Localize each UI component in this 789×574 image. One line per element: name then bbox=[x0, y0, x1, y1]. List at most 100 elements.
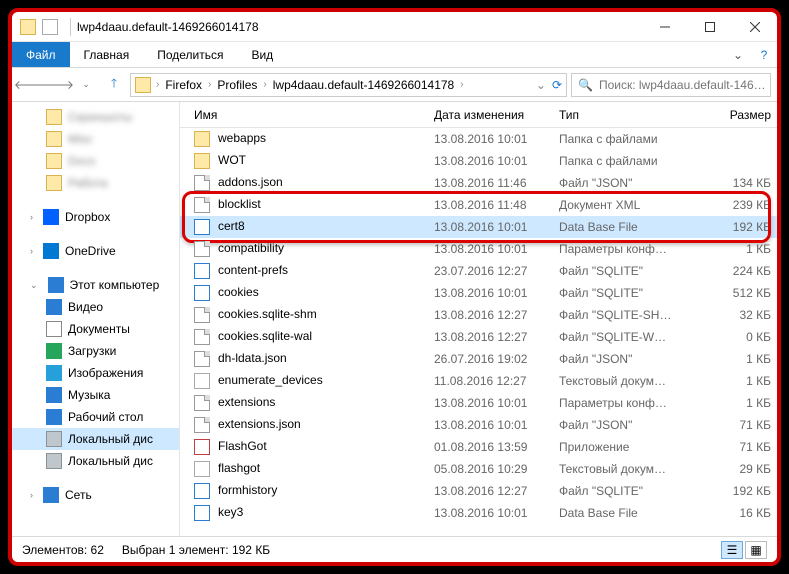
disk-icon bbox=[46, 453, 62, 469]
sidebar-item[interactable]: Misc bbox=[12, 128, 179, 150]
chevron-right-icon[interactable]: › bbox=[207, 79, 212, 90]
file-name: WOT bbox=[218, 153, 246, 167]
sidebar-item-local-disk[interactable]: Локальный дис bbox=[12, 450, 179, 472]
dropbox-icon bbox=[43, 209, 59, 225]
file-name: cookies bbox=[218, 285, 259, 299]
sidebar-item-documents[interactable]: Документы bbox=[12, 318, 179, 340]
chevron-down-icon[interactable]: ⌄ bbox=[30, 280, 38, 291]
file-row[interactable]: enumerate_devices11.08.2016 12:27Текстов… bbox=[180, 370, 777, 392]
column-header-size[interactable]: Размер bbox=[693, 108, 777, 122]
chevron-right-icon[interactable]: › bbox=[30, 490, 33, 500]
file-row[interactable]: blocklist13.08.2016 11:48Документ XML239… bbox=[180, 194, 777, 216]
file-name: dh-ldata.json bbox=[218, 351, 287, 365]
file-row[interactable]: flashgot05.08.2016 10:29Текстовый докум…… bbox=[180, 458, 777, 480]
file-date: 13.08.2016 12:27 bbox=[428, 330, 553, 344]
maximize-button[interactable] bbox=[687, 12, 732, 41]
breadcrumb-item[interactable]: Firefox bbox=[162, 78, 205, 92]
download-icon bbox=[46, 343, 62, 359]
sidebar-item-downloads[interactable]: Загрузки bbox=[12, 340, 179, 362]
file-date: 13.08.2016 12:27 bbox=[428, 308, 553, 322]
file-row[interactable]: cookies.sqlite-shm13.08.2016 12:27Файл "… bbox=[180, 304, 777, 326]
file-row[interactable]: formhistory13.08.2016 12:27Файл "SQLITE"… bbox=[180, 480, 777, 502]
ribbon-expand-icon[interactable]: ⌄ bbox=[725, 42, 751, 67]
file-list[interactable]: webapps13.08.2016 10:01Папка с файламиWO… bbox=[180, 128, 777, 536]
file-row[interactable]: extensions.json13.08.2016 10:01Файл "JSO… bbox=[180, 414, 777, 436]
help-icon[interactable]: ? bbox=[751, 42, 777, 67]
file-row[interactable]: cookies.sqlite-wal13.08.2016 12:27Файл "… bbox=[180, 326, 777, 348]
view-details-button[interactable]: ☰ bbox=[721, 541, 743, 559]
navigation-sidebar: Скриншоты Misc Docs Работа ›Dropbox ›One… bbox=[12, 102, 180, 536]
chevron-right-icon[interactable]: › bbox=[262, 79, 267, 90]
file-icon bbox=[194, 505, 210, 521]
sidebar-item[interactable]: Docs bbox=[12, 150, 179, 172]
status-item-count: Элементов: 62 bbox=[22, 543, 104, 557]
file-type: Data Base File bbox=[553, 220, 693, 234]
sidebar-item-this-pc[interactable]: ⌄Этот компьютер bbox=[12, 274, 179, 296]
column-header-date[interactable]: Дата изменения bbox=[428, 108, 553, 122]
breadcrumb-item[interactable]: lwp4daau.default-1469266014178 bbox=[270, 78, 458, 92]
sidebar-item-local-disk[interactable]: Локальный дис bbox=[12, 428, 179, 450]
tab-share[interactable]: Поделиться bbox=[143, 42, 237, 67]
sidebar-item[interactable]: Работа bbox=[12, 172, 179, 194]
file-size: 0 КБ bbox=[693, 330, 777, 344]
sidebar-item-onedrive[interactable]: ›OneDrive bbox=[12, 240, 179, 262]
sidebar-item-network[interactable]: ›Сеть bbox=[12, 484, 179, 506]
file-row[interactable]: compatibility13.08.2016 10:01Параметры к… bbox=[180, 238, 777, 260]
file-row[interactable]: webapps13.08.2016 10:01Папка с файлами bbox=[180, 128, 777, 150]
file-row[interactable]: cookies13.08.2016 10:01Файл "SQLITE"512 … bbox=[180, 282, 777, 304]
chevron-right-icon[interactable]: › bbox=[155, 79, 160, 90]
chevron-right-icon[interactable]: › bbox=[30, 246, 33, 256]
sidebar-item[interactable]: Скриншоты bbox=[12, 106, 179, 128]
breadcrumb-item[interactable]: Profiles bbox=[214, 78, 260, 92]
sidebar-item-music[interactable]: Музыка bbox=[12, 384, 179, 406]
tab-view[interactable]: Вид bbox=[237, 42, 287, 67]
file-date: 23.07.2016 12:27 bbox=[428, 264, 553, 278]
file-row[interactable]: WOT13.08.2016 10:01Папка с файлами bbox=[180, 150, 777, 172]
file-row[interactable]: FlashGot01.08.2016 13:59Приложение71 КБ bbox=[180, 436, 777, 458]
file-name: FlashGot bbox=[218, 439, 267, 453]
column-header-type[interactable]: Тип bbox=[553, 108, 693, 122]
sidebar-item-dropbox[interactable]: ›Dropbox bbox=[12, 206, 179, 228]
file-row[interactable]: cert813.08.2016 10:01Data Base File192 К… bbox=[180, 216, 777, 238]
document-icon bbox=[46, 321, 62, 337]
sidebar-item-videos[interactable]: Видео bbox=[12, 296, 179, 318]
file-size: 1 КБ bbox=[693, 396, 777, 410]
file-row[interactable]: addons.json13.08.2016 11:46Файл "JSON"13… bbox=[180, 172, 777, 194]
file-icon bbox=[194, 329, 210, 345]
file-icon bbox=[194, 483, 210, 499]
properties-icon[interactable] bbox=[42, 19, 58, 35]
refresh-icon[interactable]: ⟳ bbox=[552, 78, 562, 92]
chevron-right-icon[interactable]: › bbox=[30, 212, 33, 222]
chevron-right-icon[interactable]: › bbox=[459, 79, 464, 90]
tab-home[interactable]: Главная bbox=[70, 42, 144, 67]
view-icons-button[interactable]: ▦ bbox=[745, 541, 767, 559]
explorer-window: lwp4daau.default-1469266014178 Файл Глав… bbox=[8, 8, 781, 566]
sidebar-item-pictures[interactable]: Изображения bbox=[12, 362, 179, 384]
nav-recent-button[interactable]: ⌄ bbox=[74, 73, 98, 97]
file-size: 71 КБ bbox=[693, 440, 777, 454]
column-header-name[interactable]: Имя bbox=[188, 108, 428, 122]
file-name: webapps bbox=[218, 131, 266, 145]
file-size: 71 КБ bbox=[693, 418, 777, 432]
file-row[interactable]: content-prefs23.07.2016 12:27Файл "SQLIT… bbox=[180, 260, 777, 282]
nav-back-button[interactable]: 🡐 bbox=[18, 73, 42, 97]
nav-up-button[interactable]: 🡑 bbox=[102, 73, 126, 97]
dropdown-icon[interactable]: ⌄ bbox=[536, 78, 546, 92]
file-size: 239 КБ bbox=[693, 198, 777, 212]
sidebar-item-desktop[interactable]: Рабочий стол bbox=[12, 406, 179, 428]
file-row[interactable]: key313.08.2016 10:01Data Base File16 КБ bbox=[180, 502, 777, 524]
close-button[interactable] bbox=[732, 12, 777, 41]
file-icon bbox=[194, 175, 210, 191]
address-bar[interactable]: › Firefox › Profiles › lwp4daau.default-… bbox=[130, 73, 567, 97]
file-name: content-prefs bbox=[218, 263, 288, 277]
search-input[interactable] bbox=[599, 78, 764, 92]
search-box[interactable]: 🔍 bbox=[571, 73, 771, 97]
minimize-button[interactable] bbox=[642, 12, 687, 41]
file-row[interactable]: dh-ldata.json26.07.2016 19:02Файл "JSON"… bbox=[180, 348, 777, 370]
file-type: Папка с файлами bbox=[553, 132, 693, 146]
tab-file[interactable]: Файл bbox=[12, 42, 70, 67]
disk-icon bbox=[46, 431, 62, 447]
file-row[interactable]: extensions13.08.2016 10:01Параметры конф… bbox=[180, 392, 777, 414]
folder-icon bbox=[194, 131, 210, 147]
folder-icon bbox=[20, 19, 36, 35]
